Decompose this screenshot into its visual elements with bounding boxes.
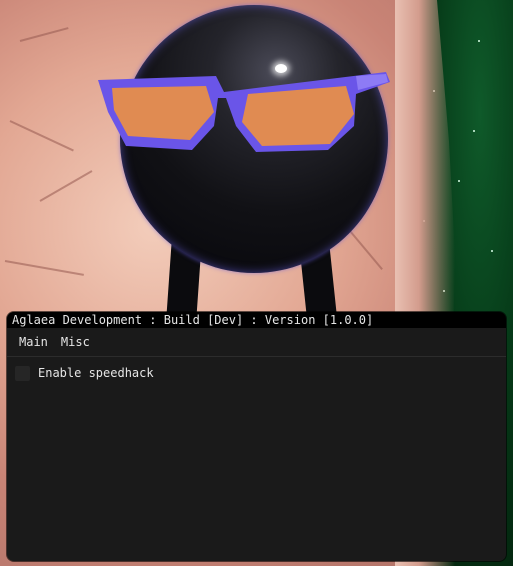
menu-bar: Main Misc (7, 328, 506, 357)
window-title-bar[interactable]: Aglaea Development : Build [Dev] : Versi… (7, 312, 506, 328)
sunglasses-icon (98, 72, 390, 152)
tab-misc[interactable]: Misc (55, 332, 96, 352)
speedhack-label: Enable speedhack (38, 366, 154, 380)
window-title: Aglaea Development : Build [Dev] : Versi… (12, 313, 374, 327)
tab-main[interactable]: Main (13, 332, 54, 352)
speedhack-checkbox[interactable] (15, 365, 30, 381)
window-content: Enable speedhack (7, 357, 506, 389)
cheat-menu-window[interactable]: Aglaea Development : Build [Dev] : Versi… (7, 312, 506, 561)
speedhack-option[interactable]: Enable speedhack (15, 363, 498, 383)
